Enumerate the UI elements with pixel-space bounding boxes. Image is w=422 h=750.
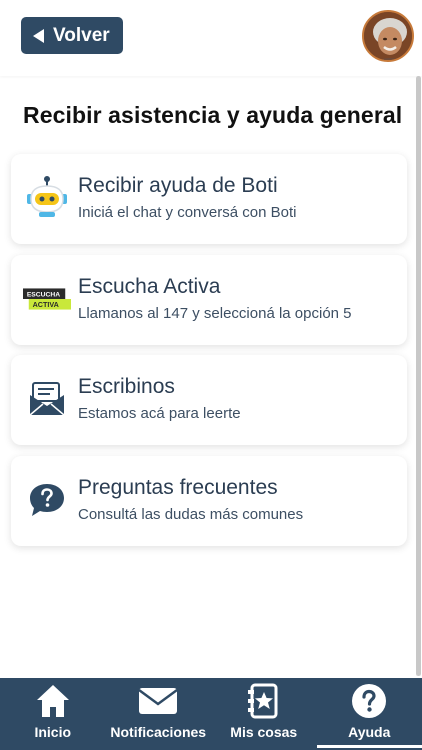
nav-label: Notificaciones	[110, 724, 207, 740]
card-title: Escucha Activa	[78, 275, 221, 298]
nav-label: Ayuda	[348, 724, 391, 740]
avatar[interactable]	[362, 10, 414, 62]
card-escucha-activa[interactable]: ESCUCHA ACTIVA Escucha Activa Llamanos a…	[11, 255, 407, 345]
back-button-label: Volver	[53, 24, 110, 46]
question-chat-icon	[23, 476, 71, 524]
card-boti[interactable]: Recibir ayuda de Boti Iniciá el chat y c…	[11, 154, 407, 244]
card-subtitle: Llamanos al 147 y seleccioná la opción 5	[78, 305, 352, 322]
escucha-activa-logo: ESCUCHA ACTIVA	[23, 275, 71, 323]
card-title: Recibir ayuda de Boti	[78, 174, 278, 197]
page-title: Recibir asistencia y ayuda general	[23, 102, 403, 128]
svg-text:ACTIVA: ACTIVA	[33, 300, 59, 309]
card-subtitle: Estamos acá para leerte	[78, 405, 241, 422]
card-escribinos[interactable]: Escribinos Estamos acá para leerte	[11, 355, 407, 445]
nav-item-ayuda[interactable]: Ayuda	[316, 678, 422, 750]
boti-robot-icon	[23, 174, 71, 222]
mail-icon	[138, 688, 178, 714]
avatar-photo-icon	[364, 12, 412, 60]
card-subtitle: Consultá las dudas más comunes	[78, 506, 304, 523]
nav-label: Inicio	[34, 724, 72, 740]
scrollbar[interactable]	[416, 76, 421, 676]
help-circle-icon	[352, 684, 387, 718]
svg-text:ESCUCHA: ESCUCHA	[27, 292, 60, 299]
home-icon	[36, 685, 69, 717]
card-subtitle: Iniciá el chat y conversá con Boti	[78, 204, 297, 221]
nav-item-notificaciones[interactable]: Notificaciones	[106, 678, 212, 750]
envelope-icon	[23, 375, 71, 423]
top-bar: Volver	[0, 0, 422, 76]
back-button[interactable]: Volver	[21, 17, 123, 54]
back-arrow-icon	[33, 28, 44, 43]
scrollbar-thumb[interactable]	[416, 76, 421, 676]
card-title: Escribinos	[78, 375, 175, 398]
card-title: Preguntas frecuentes	[78, 476, 278, 499]
nav-label: Mis cosas	[230, 724, 298, 740]
star-card-icon	[247, 683, 278, 719]
nav-item-inicio[interactable]: Inicio	[0, 678, 106, 750]
card-preguntas-frecuentes[interactable]: Preguntas frecuentes Consultá las dudas …	[11, 456, 407, 546]
bottom-nav: Inicio Notificaciones Mis cosas Ayuda	[0, 678, 422, 750]
nav-item-mis-cosas[interactable]: Mis cosas	[211, 678, 317, 750]
